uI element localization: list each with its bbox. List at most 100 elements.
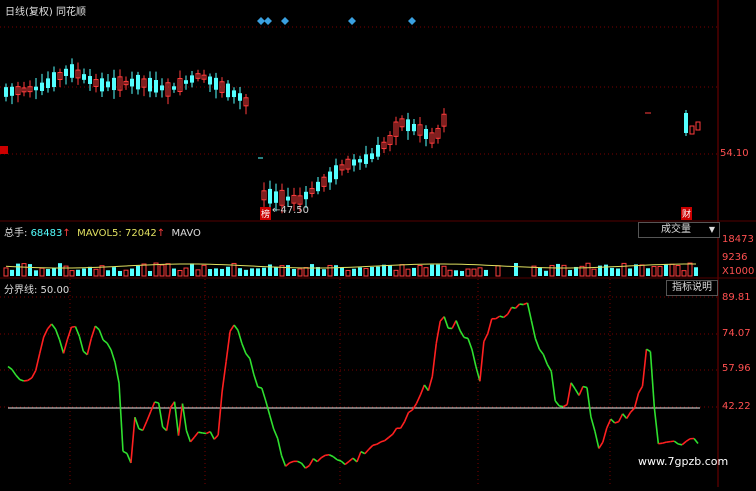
oscillator-segment <box>95 326 99 330</box>
volume-bar <box>376 267 380 276</box>
indicator-dropdown[interactable]: 成交量 ▼ <box>638 222 720 238</box>
oscillator-segment <box>167 407 171 430</box>
oscillator-segment <box>488 319 492 334</box>
volume-bar <box>40 268 44 276</box>
volume-bar <box>658 267 662 276</box>
oscillator-segment <box>468 338 472 349</box>
oscillator-segment <box>103 340 107 343</box>
oscillator-segment <box>694 438 698 443</box>
oscillator-segment <box>75 327 79 337</box>
volume-bar <box>208 269 212 276</box>
oscillator-segment <box>357 452 361 462</box>
candle-body <box>406 119 410 131</box>
oscillator-segment <box>377 442 381 444</box>
oscillator-segment <box>575 389 579 396</box>
candle-body <box>100 78 104 91</box>
candle-body <box>136 75 140 89</box>
volume-bar <box>190 263 194 276</box>
oscillator-segment <box>8 367 12 370</box>
candle-body <box>304 192 308 199</box>
candle-body <box>4 87 8 97</box>
volume-bar <box>250 268 254 276</box>
candle-body <box>370 153 374 159</box>
total-volume-label: 总手: <box>4 228 27 239</box>
volume-bar <box>124 270 128 276</box>
volume-bar <box>394 270 398 276</box>
volume-bar <box>676 266 680 276</box>
volume-bar <box>514 263 518 276</box>
volume-bar <box>484 270 488 276</box>
oscillator-segment <box>278 438 282 455</box>
volume-bar <box>238 268 242 276</box>
threshold-label: 分界线: 50.00 <box>4 281 69 296</box>
oscillator-segment <box>512 307 516 308</box>
volume-bar <box>670 264 674 276</box>
oscillator-segment <box>595 431 599 448</box>
oscillator-segment <box>508 307 512 314</box>
oscillator-segment <box>214 435 218 439</box>
candle-body <box>10 87 14 96</box>
oscillator-segment <box>155 402 159 403</box>
oscillator-segment <box>658 443 662 444</box>
oscillator-segment <box>210 432 214 440</box>
volume-bar <box>268 264 272 276</box>
info-badge-left[interactable]: 榜 <box>260 207 271 220</box>
volume-bar <box>328 265 332 276</box>
oscillator-segment <box>147 411 151 421</box>
oscillator-segment <box>297 461 301 463</box>
volume-bar <box>340 267 344 276</box>
oscillator-segment <box>218 391 222 435</box>
oscillator-segment <box>571 383 575 389</box>
oscillator-segment <box>436 321 440 343</box>
oscillator-segment <box>119 383 123 451</box>
oscillator-segment <box>646 349 650 351</box>
volume-bar <box>640 265 644 276</box>
event-diamond-icon <box>348 17 356 25</box>
chevron-down-icon: ▼ <box>709 223 715 237</box>
indicator-help-button[interactable]: 指标说明 <box>666 280 718 296</box>
volume-bar <box>538 267 542 276</box>
volume-axis-unit: X1000 <box>722 266 754 277</box>
oscillator-segment <box>642 349 646 386</box>
oscillator-segment <box>405 412 409 421</box>
oscillator-segment <box>151 402 155 411</box>
volume-bar <box>16 264 20 276</box>
candle-body <box>46 78 50 88</box>
oscillator-segment <box>333 457 337 460</box>
volume-bar <box>34 270 38 276</box>
mavo-label: MAVO <box>172 228 201 239</box>
volume-bar <box>310 264 314 276</box>
oscillator-segment <box>369 445 373 449</box>
info-badge-right[interactable]: 财 <box>681 207 692 220</box>
volume-bar <box>454 270 458 276</box>
candle-body <box>106 81 110 87</box>
oscillator-segment <box>135 417 139 429</box>
volume-bar <box>160 265 164 276</box>
oscillator-segment <box>222 362 226 392</box>
chart-window <box>0 0 756 487</box>
volume-bar <box>472 269 476 276</box>
oscillator-segment <box>500 316 504 317</box>
oscillator-segment <box>480 342 484 382</box>
oscillator-segment <box>670 441 674 442</box>
candle-body <box>214 78 218 90</box>
oscillator-segment <box>393 428 397 434</box>
oscillator-segment <box>79 336 83 351</box>
candle-body <box>696 122 700 130</box>
oscillator-segment <box>416 395 420 404</box>
oscillator-segment <box>627 412 631 418</box>
candle-body <box>70 64 74 78</box>
candle-body <box>154 80 158 93</box>
oscillator-segment <box>484 333 488 341</box>
oscillator-segment <box>230 325 234 331</box>
period-label[interactable]: 日线(复权) <box>5 7 53 18</box>
volume-bar <box>88 267 92 276</box>
oscillator-segment <box>603 428 607 442</box>
volume-bar <box>196 270 200 276</box>
volume-bar <box>616 269 620 276</box>
oscillator-segment <box>60 340 64 354</box>
volume-bar <box>592 269 596 276</box>
volume-bar <box>358 267 362 276</box>
oscillator-segment <box>87 338 91 354</box>
volume-bar <box>352 269 356 276</box>
